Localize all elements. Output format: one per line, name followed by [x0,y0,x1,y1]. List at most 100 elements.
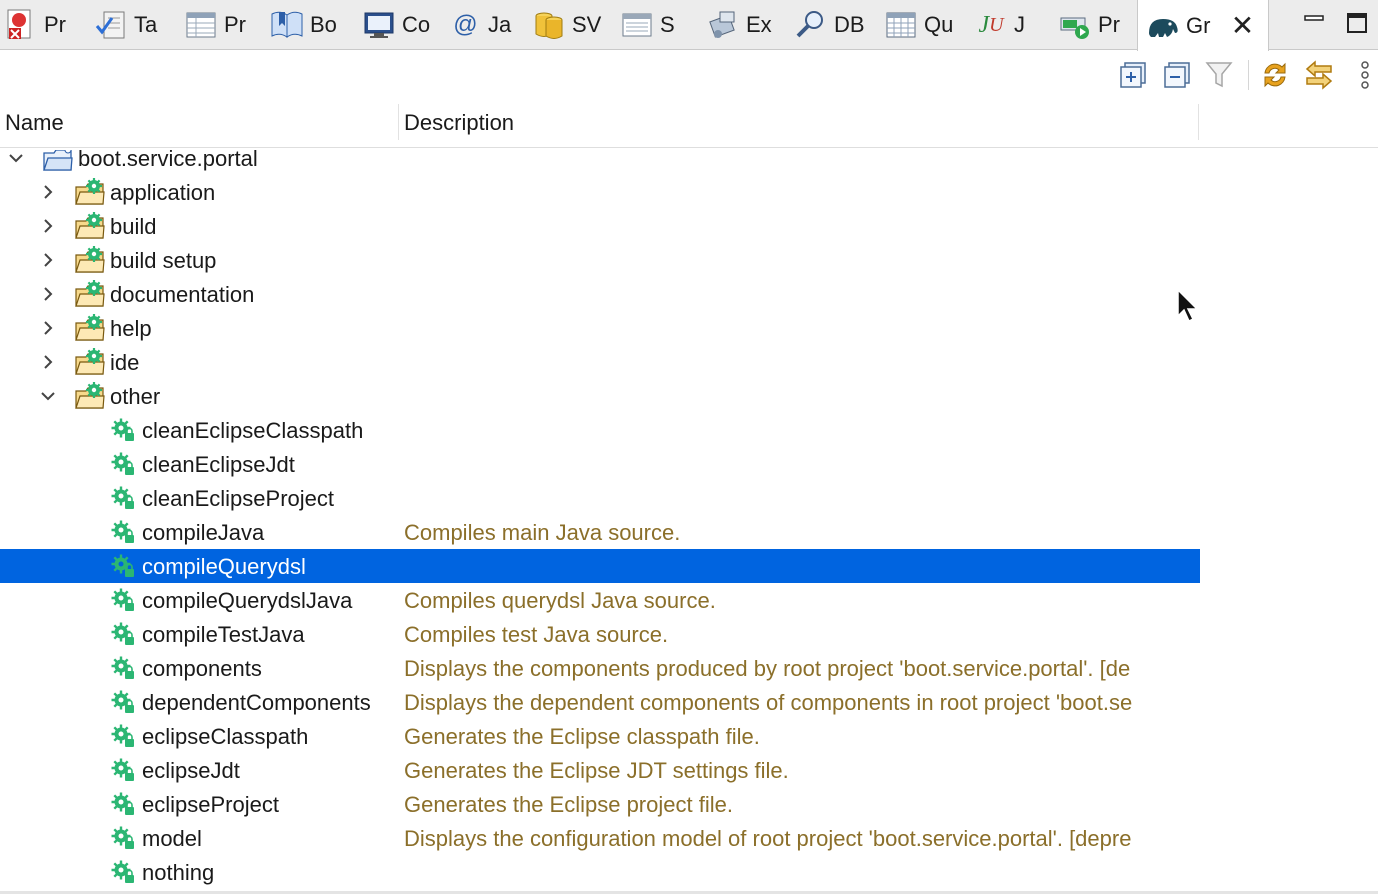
tree-item-task[interactable]: compileQuerydslJava Compiles querydsl Jav… [0,583,1200,617]
tree-item-task[interactable]: nothing [0,855,1200,889]
tab-project-explorer[interactable]: Pr [4,0,66,50]
tree-item-label: compileTestJava [142,622,305,647]
tree-item-label: compileJava [142,520,265,545]
tree-item-label: boot.service.portal [78,150,258,171]
gradle-task-icon [108,518,138,546]
tab-label: DB [834,12,865,37]
tree-item-label: help [110,316,152,341]
tree-item-label: compileQuerydslJava [142,588,353,613]
chevron-right-icon[interactable] [36,345,60,379]
tree-item-label: eclipseClasspath [142,724,309,749]
junit-icon: JU [978,11,1004,38]
tree-item-label: cleanEclipseProject [142,486,334,511]
tab-label: Co [402,12,431,37]
refresh-tasks-icon[interactable] [1258,58,1292,92]
tree-item-label: documentation [110,282,255,307]
gradle-task-icon [108,824,138,852]
svn-repositories-icon [532,8,566,42]
gradle-task-icon [108,688,138,716]
tree-item-label: nothing [142,860,215,885]
task-description: Generates the Eclipse project file. [404,792,733,817]
tab-bookmarks[interactable]: Bo [270,0,337,50]
tab-label: Ex [746,12,772,37]
tab-label: Pr [1098,12,1120,37]
close-icon[interactable]: ✕ [1230,11,1254,40]
expand-all-icon[interactable] [1116,58,1150,92]
tree-item-task[interactable]: eclipseClasspath Generates the Eclipse cl… [0,719,1200,753]
chevron-down-icon[interactable] [4,150,28,175]
tab-junit[interactable]: JU J [974,0,1025,50]
tree-item-task-group[interactable]: build setup [0,243,1200,277]
tab-db-search[interactable]: DB [794,0,865,50]
chevron-right-icon[interactable] [36,175,60,209]
tree-item-task-group[interactable]: documentation [0,277,1200,311]
tree-item-project[interactable]: boot.service.portal [0,150,1200,175]
tab-label: Ta [134,12,158,37]
tab-javadoc[interactable]: @ Ja [448,0,511,50]
tree-item-task[interactable]: compileJava Compiles main Java source. [0,515,1200,549]
tree-item-label: cleanEclipseJdt [142,452,295,477]
tree-item-label: application [110,180,216,205]
tab-query-results[interactable]: Qu [884,0,953,50]
tree-item-task[interactable]: compileQuerydsl [0,549,1200,583]
chevron-down-icon[interactable] [36,379,60,413]
tab-label: S [660,12,675,37]
column-divider[interactable] [1198,104,1199,140]
properties-icon [184,8,218,42]
tree-item-label: ide [110,350,140,375]
tree-item-task[interactable]: eclipseProject Generates the Eclipse proj… [0,787,1200,821]
tab-console[interactable]: Co [362,0,430,50]
tree-item-task[interactable]: eclipseJdt Generates the Eclipse JDT sett… [0,753,1200,787]
chevron-right-icon[interactable] [36,243,60,277]
javadoc-icon: @ [452,11,478,38]
chevron-right-icon[interactable] [36,277,60,311]
tab-label: Gr [1186,12,1211,38]
task-description: Displays the configuration model of root… [404,826,1132,851]
tree-item-task-group[interactable]: ide [0,345,1200,379]
tree-item-task[interactable]: model Displays the configuration model of… [0,821,1200,855]
tree-item-task-group[interactable]: other [0,379,1200,413]
view-menu-icon[interactable] [1348,58,1378,92]
progress-icon [1058,8,1092,42]
tab-svn-repositories[interactable]: SV [532,0,601,50]
tree-item-task[interactable]: cleanEclipseClasspath [0,413,1200,447]
tab-tasks[interactable]: Ta [94,0,157,50]
chevron-right-icon[interactable] [36,209,60,243]
column-header-name[interactable]: Name [5,110,64,136]
tree-item-task[interactable]: components Displays the components produc… [0,651,1200,685]
gradle-elephant-icon [1146,9,1180,43]
tree-item-task[interactable]: compileTestJava Compiles test Java source… [0,617,1200,651]
tree-item-task[interactable]: cleanEclipseProject [0,481,1200,515]
tab-properties[interactable]: Pr [184,0,246,50]
tree-item-task-group[interactable]: build [0,209,1200,243]
tree-item-label: components [142,656,262,681]
column-header-description[interactable]: Description [404,110,514,136]
maximize-icon[interactable] [1342,8,1372,38]
gradle-task-icon [108,416,138,444]
tab-gradle-tasks[interactable]: Gr ✕ [1137,0,1269,51]
tree-item-task-group[interactable]: application [0,175,1200,209]
console-icon [362,8,396,42]
tab-progress[interactable]: Pr [1058,0,1120,50]
chevron-right-icon[interactable] [36,311,60,345]
tree-item-label: build [110,214,157,239]
gradle-task-icon [108,790,138,818]
link-with-selection-icon[interactable] [1302,58,1336,92]
tree-item-task[interactable]: dependentComponents Displays the dependen… [0,685,1200,719]
tree-item-task-group[interactable]: help [0,311,1200,345]
filter-icon[interactable] [1202,58,1236,92]
tasks-icon [94,8,128,42]
toolbar-separator [1248,60,1249,90]
tab-servers[interactable]: S [620,0,675,50]
tab-executables[interactable]: Ex [706,0,772,50]
collapse-all-icon[interactable] [1160,58,1194,92]
servers-icon [620,8,654,42]
task-folder-icon [75,178,105,206]
column-divider[interactable] [398,104,399,140]
tree-item-task[interactable]: cleanEclipseJdt [0,447,1200,481]
tree-item-label: dependentComponents [142,690,371,715]
minimize-icon[interactable] [1299,8,1329,38]
task-description: Generates the Eclipse classpath file. [404,724,760,749]
tab-label: Bo [310,12,337,37]
tree-item-label: eclipseJdt [142,758,240,783]
